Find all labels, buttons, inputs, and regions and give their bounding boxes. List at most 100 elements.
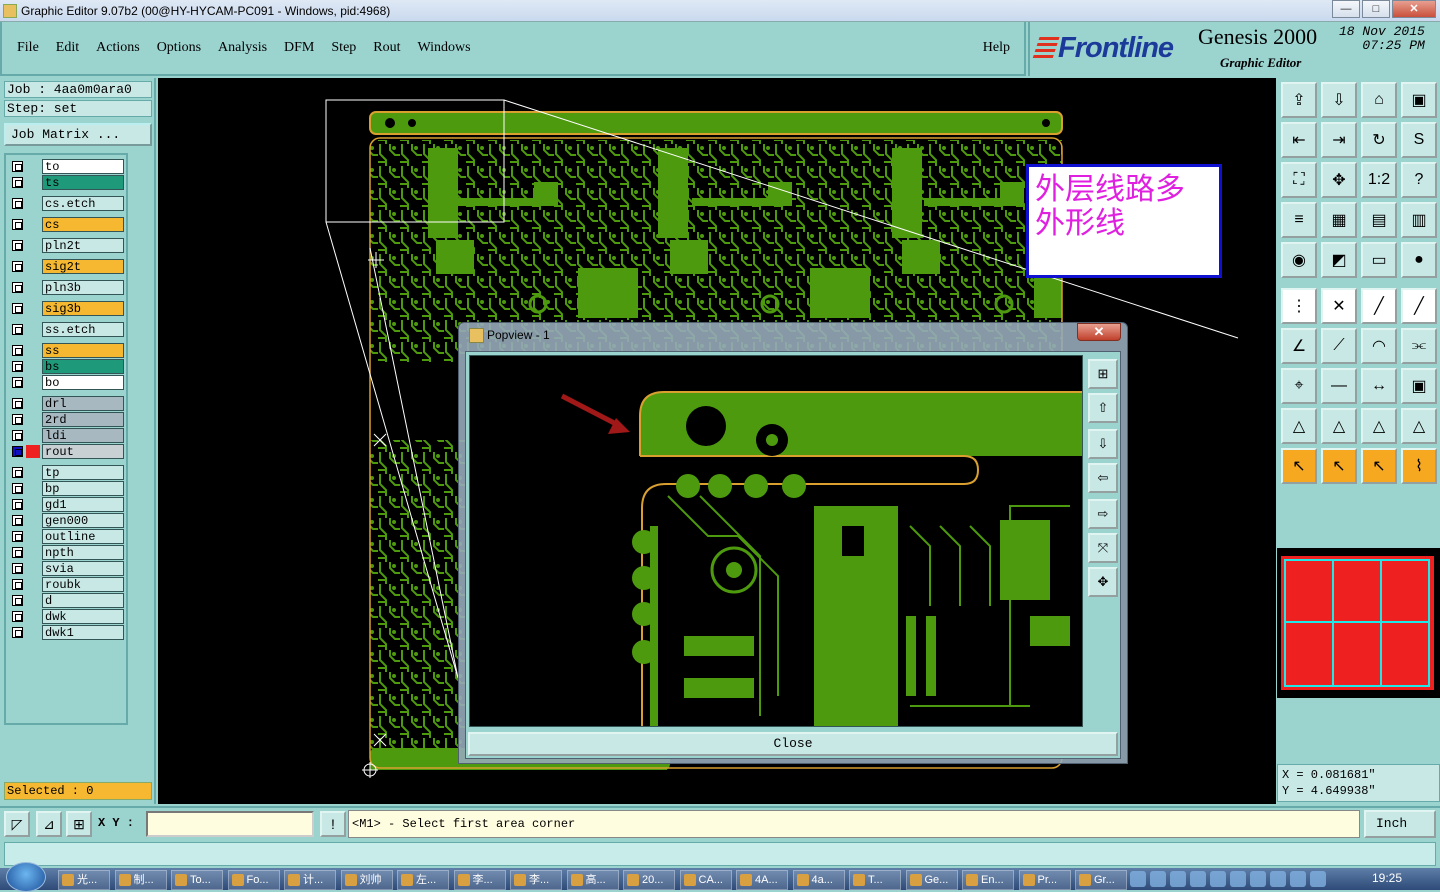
taskbar-item[interactable]: 光... [58,870,110,890]
layer-row[interactable]: rout [8,444,126,459]
center-icon[interactable]: ✥ [1321,162,1357,198]
popview-close-x[interactable]: ✕ [1077,323,1121,341]
unit-selector[interactable]: Inch ▭ [1364,810,1436,855]
menu-options[interactable]: Options [157,40,201,56]
menu-rout[interactable]: Rout [373,40,400,56]
fit-icon[interactable]: ⛶ [1281,162,1317,198]
menu-actions[interactable]: Actions [96,40,140,56]
arc-icon[interactable]: ◠ [1361,328,1397,364]
taskbar-item[interactable]: 李... [453,870,506,890]
layer-checkbox[interactable] [12,483,23,494]
taskbar-item[interactable]: T... [849,870,901,890]
warning-button[interactable]: ! [320,811,346,837]
taskbar-item[interactable]: 计... [284,870,336,890]
cursor2-icon[interactable]: ↖ [1321,448,1357,484]
layer-row[interactable]: outline [8,529,126,544]
panel-icon[interactable]: ▣ [1401,82,1437,118]
layer-checkbox[interactable] [12,467,23,478]
pad-icon[interactable]: ◉ [1281,242,1317,278]
layer-row[interactable]: svia [8,561,126,576]
slash-icon[interactable]: ⟋ [1321,328,1357,364]
layer-row[interactable]: drl [8,396,126,411]
line2-icon[interactable]: ╱ [1401,288,1437,324]
grid-icon[interactable]: ▦ [1321,202,1357,238]
layer-checkbox[interactable] [12,430,23,441]
layer-row[interactable]: ldi [8,428,126,443]
layer-checkbox[interactable] [12,547,23,558]
layer-checkbox[interactable] [12,303,23,314]
job-matrix-button[interactable]: Job Matrix ... [4,123,152,146]
layer-row[interactable]: bs [8,359,126,374]
layer-row[interactable]: roubk [8,577,126,592]
maximize-button[interactable]: □ [1362,0,1390,18]
layer-name[interactable]: d [42,593,124,608]
layer-name[interactable]: roubk [42,577,124,592]
layer-row[interactable]: pln2t [8,238,126,253]
layer-row[interactable]: to [8,159,126,174]
layer-row[interactable]: cs.etch [8,196,126,211]
layer-checkbox[interactable] [12,161,23,172]
layer-row[interactable]: ss.etch [8,322,126,337]
export-icon[interactable]: ⇩ [1321,82,1357,118]
measure-icon[interactable]: ⊿ [36,811,62,837]
layer-name[interactable]: cs [42,217,124,232]
line-icon[interactable]: ╱ [1361,288,1397,324]
overview-minimap[interactable] [1277,548,1440,698]
cross-icon[interactable]: ✕ [1321,288,1357,324]
layer-name[interactable]: sig2t [42,259,124,274]
scale-icon[interactable]: 1:2 [1361,162,1397,198]
layer-checkbox[interactable] [12,531,23,542]
layers-select-icon[interactable]: ▥ [1401,202,1437,238]
layer-row[interactable]: ss [8,343,126,358]
close-window-button[interactable]: ✕ [1392,0,1436,18]
taskbar-item[interactable]: 左... [397,870,449,890]
triangle2-icon[interactable]: △ [1321,408,1357,444]
taskbar-item[interactable]: 4A... [736,870,788,890]
layer-checkbox[interactable] [12,398,23,409]
layer-name[interactable]: ss.etch [42,322,124,337]
layer-name[interactable]: 2rd [42,412,124,427]
popview-pan-down-icon[interactable]: ⇩ [1088,429,1118,459]
layer-name[interactable]: sig3b [42,301,124,316]
layer-checkbox[interactable] [12,261,23,272]
popview-zoom-icon[interactable]: ⊞ [1088,359,1118,389]
taskbar-item[interactable]: 刘帅 [340,870,393,890]
layer-row[interactable]: 2rd [8,412,126,427]
boxes-icon[interactable]: ▣ [1401,368,1437,404]
zoom-area-icon[interactable]: ◸ [4,811,30,837]
taskbar-item[interactable]: 4a... [792,870,845,890]
layer-name[interactable]: ts [42,175,124,190]
menu-help[interactable]: Help [983,40,1010,56]
triangle3-icon[interactable]: △ [1361,408,1397,444]
taskbar-item[interactable]: Pr... [1018,870,1071,890]
layer-name[interactable]: tp [42,465,124,480]
layers-icon[interactable]: ▤ [1361,202,1397,238]
import-icon[interactable]: ⇪ [1281,82,1317,118]
taskbar-item[interactable]: En... [962,870,1014,890]
step-left-icon[interactable]: ⇤ [1281,122,1317,158]
layer-checkbox[interactable] [12,198,23,209]
layer-name[interactable]: gen000 [42,513,124,528]
cursor-icon[interactable]: ↖ [1281,448,1317,484]
start-button[interactable] [6,862,46,892]
layer-name[interactable]: pln3b [42,280,124,295]
triangle1-icon[interactable]: △ [1281,408,1317,444]
popview-canvas[interactable] [469,355,1083,727]
layer-name[interactable]: pln2t [42,238,124,253]
layer-row[interactable]: gen000 [8,513,126,528]
layer-row[interactable]: cs [8,217,126,232]
menu-windows[interactable]: Windows [418,40,471,56]
layer-checkbox[interactable] [12,282,23,293]
step-right-icon[interactable]: ⇥ [1321,122,1357,158]
layer-row[interactable]: tp [8,465,126,480]
redraw-icon[interactable]: ↻ [1361,122,1397,158]
menu-step[interactable]: Step [331,40,356,56]
layer-row[interactable]: dwk [8,609,126,624]
layer-checkbox[interactable] [12,377,23,388]
layer-name[interactable]: ldi [42,428,124,443]
help-icon[interactable]: ? [1401,162,1437,198]
layer-name[interactable]: gd1 [42,497,124,512]
circle-icon[interactable]: ● [1401,242,1437,278]
layer-row[interactable]: ts [8,175,126,190]
popview-home-icon[interactable]: ✥ [1088,567,1118,597]
